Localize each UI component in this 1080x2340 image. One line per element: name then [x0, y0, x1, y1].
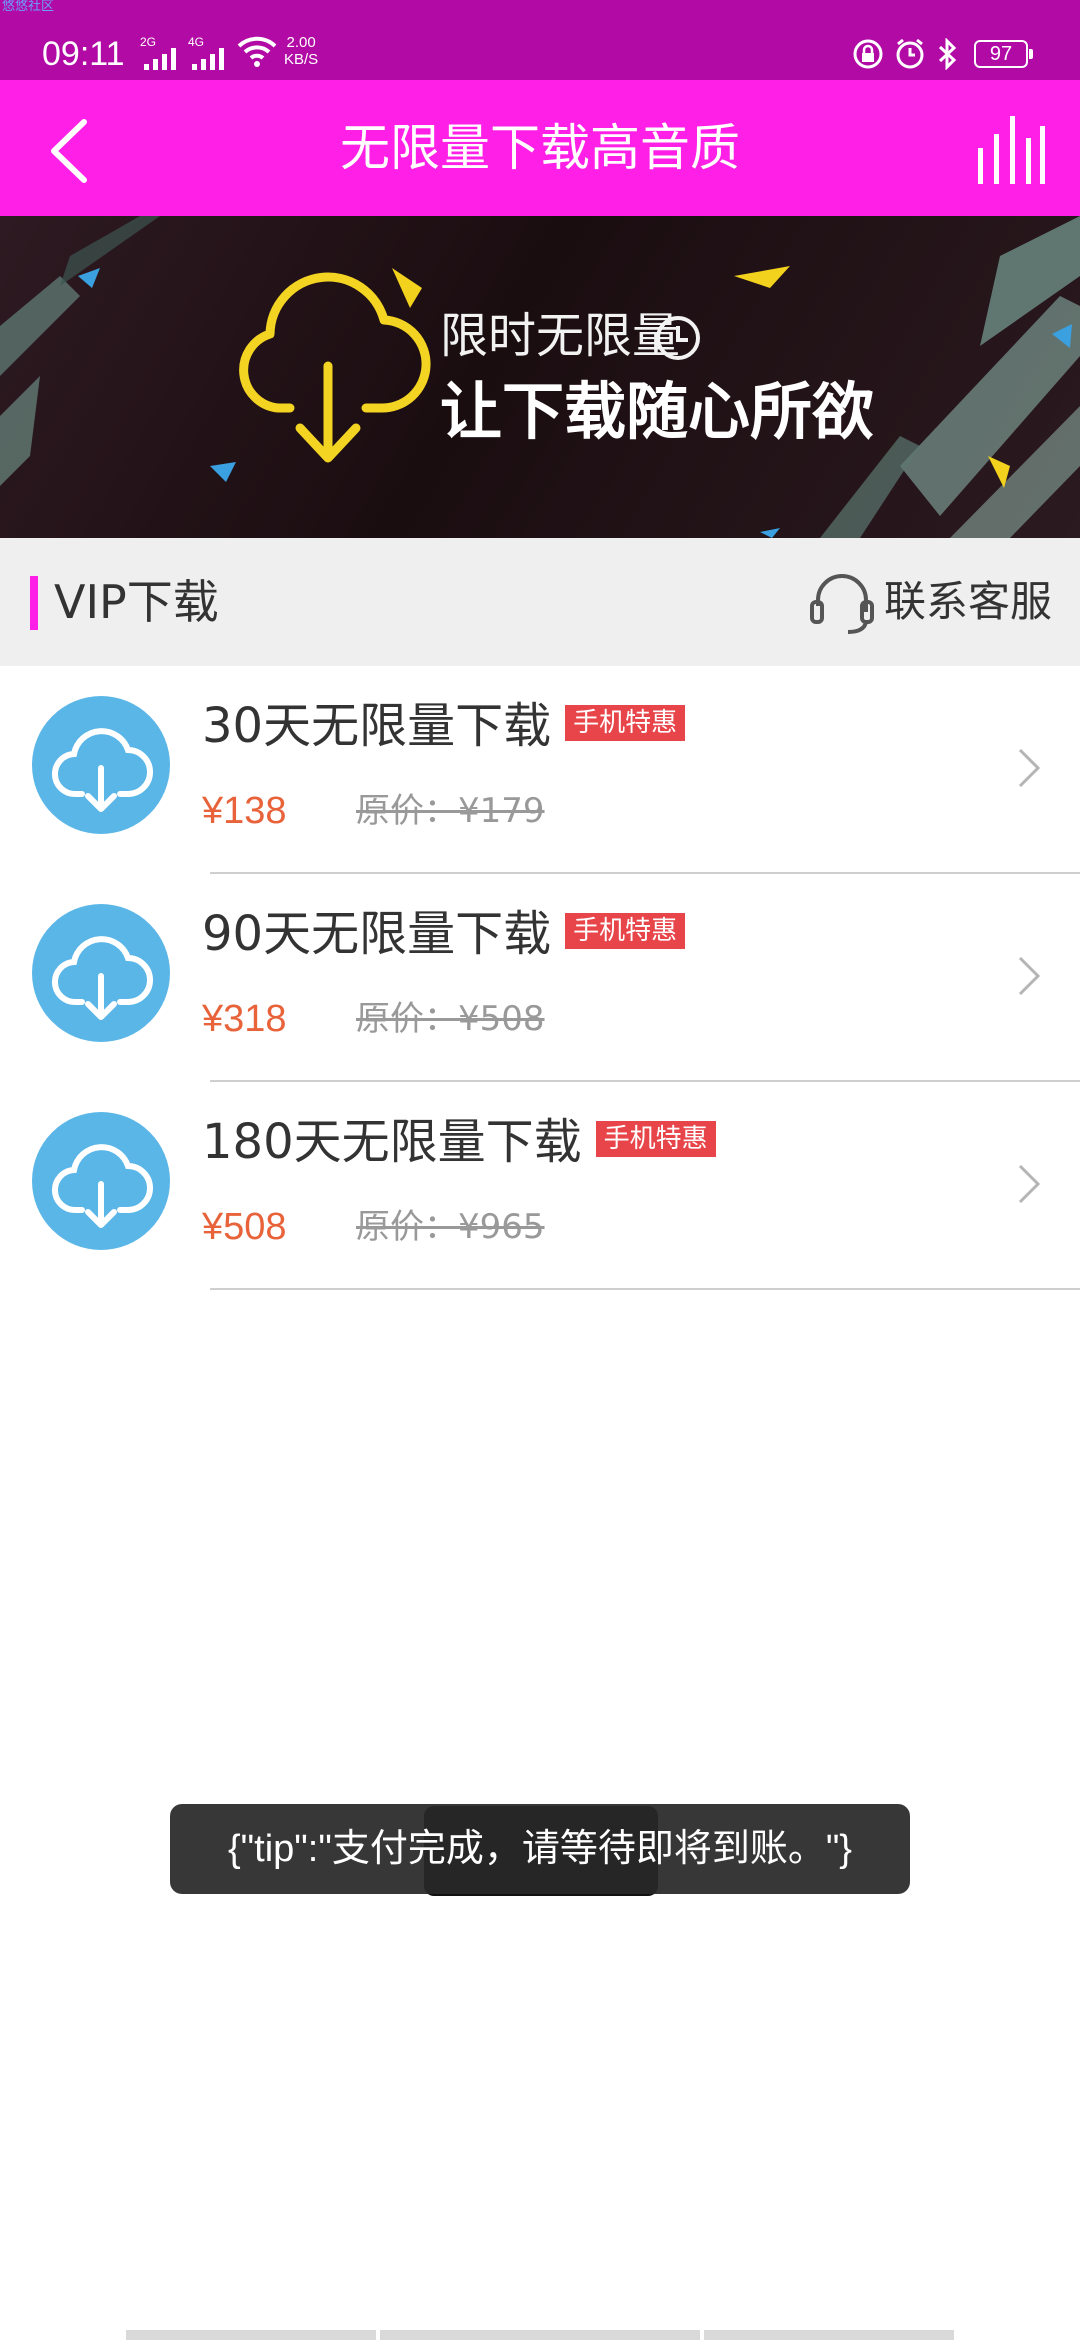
battery-indicator: 97	[974, 40, 1033, 68]
chevron-right-icon	[1018, 748, 1041, 788]
bottom-tab-hint	[126, 2330, 376, 2340]
plan-original-price: 原价：¥965	[356, 1207, 545, 1247]
plan-item[interactable]: 90天无限量下载 手机特惠 ¥318 原价：¥508	[0, 874, 1080, 1082]
section-title: VIP下载	[54, 575, 219, 629]
banner-headline: 限时无限量	[440, 308, 681, 364]
network-speed-value: 2.00	[286, 34, 316, 51]
section-accent-bar	[30, 576, 38, 630]
plan-item[interactable]: 30天无限量下载 手机特惠 ¥138 原价：¥179	[0, 666, 1080, 874]
divider	[210, 1288, 1080, 1290]
promo-badge: 手机特惠	[595, 1121, 716, 1157]
plan-name: 180天无限量下载 手机特惠	[202, 1112, 716, 1172]
plan-price: ¥508	[202, 1206, 287, 1248]
cloud-download-icon	[32, 904, 170, 1042]
section-header: VIP下载 联系客服	[0, 538, 1080, 666]
contact-service-button[interactable]: 联系客服	[808, 566, 1052, 638]
cloud-download-icon	[32, 1112, 170, 1250]
network-speed: 2.00 KB/S	[284, 34, 318, 68]
status-time: 09:11	[42, 35, 125, 73]
promo-banner[interactable]: 限时无限量 让下载随心所欲	[0, 216, 1080, 538]
plan-name-text: 30天无限量下载	[202, 698, 552, 754]
promo-badge: 手机特惠	[565, 913, 686, 949]
app-header: 无限量下载高音质	[0, 80, 1080, 216]
bottom-tab-hint	[380, 2330, 700, 2340]
plan-name-text: 180天无限量下载	[202, 1114, 582, 1170]
plan-price: ¥138	[202, 790, 287, 832]
signal-generation-label: 2G	[140, 35, 157, 49]
bottom-tab-hint	[704, 2330, 954, 2340]
plan-original-price: 原价：¥179	[356, 791, 545, 831]
plan-name: 30天无限量下载 手机特惠	[202, 696, 686, 756]
equalizer-icon[interactable]	[972, 114, 1046, 186]
plan-original-price: 原价：¥508	[356, 999, 545, 1039]
bluetooth-icon	[938, 38, 957, 70]
chevron-right-icon	[1018, 956, 1041, 996]
contact-service-label: 联系客服	[884, 577, 1053, 626]
plan-name: 90天无限量下载 手机特惠	[202, 904, 686, 964]
plan-item[interactable]: 180天无限量下载 手机特惠 ¥508 原价：¥965	[0, 1082, 1080, 1290]
signal-generation-label: 4G	[188, 35, 205, 49]
page-title: 无限量下载高音质	[340, 119, 740, 177]
alarm-icon	[896, 38, 924, 69]
toast-message: {"tip":"支付完成，请等待即将到账。"}	[170, 1804, 910, 1894]
status-bar: 悠悠社区 09:11 2G 4G 2.00 KB/S 97	[0, 0, 1080, 80]
signal-icon: 4G	[188, 36, 232, 70]
plan-list: 30天无限量下载 手机特惠 ¥138 原价：¥179 90天无限量下载 手机特惠 ¥…	[0, 666, 1080, 1290]
plan-price: ¥318	[202, 998, 287, 1040]
watermark: 悠悠社区	[2, 0, 55, 14]
banner-subheadline: 让下载随心所欲	[440, 375, 875, 448]
chevron-right-icon	[1018, 1164, 1041, 1204]
cloud-download-icon	[32, 696, 170, 834]
promo-badge: 手机特惠	[565, 705, 686, 741]
wifi-icon	[237, 36, 277, 67]
cloud-download-icon	[239, 272, 431, 463]
network-speed-unit: KB/S	[284, 51, 319, 68]
headset-icon	[810, 574, 874, 634]
signal-icon: 2G	[140, 36, 184, 70]
back-arrow-icon[interactable]	[44, 116, 104, 186]
plan-name-text: 90天无限量下载	[202, 906, 552, 962]
lock-rotation-icon	[853, 39, 883, 69]
